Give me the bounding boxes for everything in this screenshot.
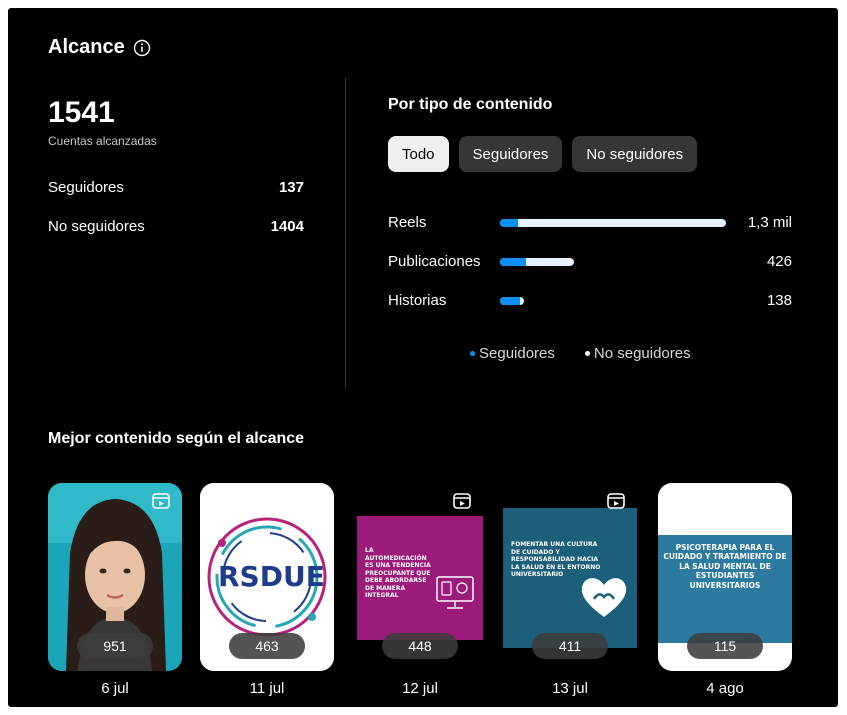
reel-icon: [607, 493, 625, 509]
content-date: 11 jul: [249, 680, 285, 697]
stat-label: No seguidores: [48, 218, 145, 235]
reel-icon: [152, 493, 170, 509]
heart-hands-icon: [581, 578, 627, 617]
content-card[interactable]: La automedicación es una tendencia preoc…: [357, 483, 483, 671]
column-divider: [345, 78, 346, 388]
total-reach-label: Cuentas alcanzadas: [48, 134, 157, 148]
reach-count: 463: [229, 633, 305, 659]
stat-value: 1404: [270, 218, 304, 235]
bar-followers-fill: [500, 297, 520, 305]
content-card[interactable]: RSDUE 463: [200, 483, 334, 671]
bar-track: [500, 219, 726, 227]
stat-label: Seguidores: [48, 179, 124, 196]
content-date: 12 jul: [402, 680, 438, 697]
content-date: 4 ago: [706, 680, 744, 697]
reach-count: 951: [77, 633, 153, 659]
content-card[interactable]: 951: [48, 483, 182, 671]
thumb-title: La automedicación es una tendencia preoc…: [365, 547, 431, 599]
best-content-title: Mejor contenido según el alcance: [48, 430, 305, 447]
legend-label: Seguidores: [479, 345, 555, 362]
bar-label: Reels: [388, 214, 427, 231]
content-date: 6 jul: [101, 680, 129, 697]
content-card[interactable]: Psicoterapia para el cuidado y tratamien…: [658, 483, 792, 671]
stat-row-followers: Seguidores 137: [48, 179, 304, 196]
bar-value: 426: [766, 253, 792, 270]
content-card[interactable]: Fomentar una cultura de cuidado y respon…: [503, 483, 637, 671]
reach-count: 448: [382, 633, 458, 659]
bar-label: Historias: [388, 292, 447, 309]
legend-dot: [584, 351, 590, 356]
legend-label: No seguidores: [593, 345, 691, 362]
reel-icon: [453, 493, 471, 509]
info-circle-icon[interactable]: [133, 39, 151, 57]
bar-track: [500, 258, 574, 266]
bar-row-stories: Historias 138: [388, 291, 792, 311]
content-date: 13 jul: [552, 680, 588, 697]
tab-non-followers[interactable]: No seguidores: [572, 136, 698, 172]
filter-tabs: Todo Seguidores No seguidores: [388, 136, 698, 172]
title-row: Alcance: [48, 36, 151, 59]
total-reach-value: 1541: [48, 96, 115, 129]
bar-row-posts: Publicaciones 426: [388, 252, 792, 272]
reach-panel: Alcance 1541 Cuentas alcanzadas Seguidor…: [8, 8, 838, 707]
bar-legend: Seguidores No seguidores: [470, 345, 691, 362]
bar-value: 138: [766, 292, 792, 309]
tab-all[interactable]: Todo: [388, 136, 449, 172]
bar-row-reels: Reels 1,3 mil: [388, 213, 792, 233]
stat-row-non-followers: No seguidores 1404: [48, 218, 304, 235]
bar-label: Publicaciones: [388, 253, 481, 270]
stat-value: 137: [278, 179, 304, 196]
legend-followers: Seguidores: [470, 345, 555, 362]
by-type-title: Por tipo de contenido: [388, 96, 553, 113]
legend-dot: [470, 351, 475, 356]
bar-followers-fill: [500, 219, 518, 227]
bar-followers-fill: [500, 258, 526, 266]
page-title: Alcance: [48, 36, 125, 58]
bar-value: 1,3 mil: [747, 214, 792, 231]
reach-count: 411: [532, 633, 608, 659]
legend-non-followers: No seguidores: [584, 345, 691, 362]
reach-count: 115: [687, 633, 763, 659]
computer-illustration-icon: [436, 576, 474, 609]
tab-followers[interactable]: Seguidores: [458, 136, 563, 172]
thumb-title: Psicoterapia para el cuidado y tratamien…: [663, 543, 787, 590]
thumb-title: RSDUE: [218, 560, 325, 593]
bar-track: [500, 297, 524, 305]
